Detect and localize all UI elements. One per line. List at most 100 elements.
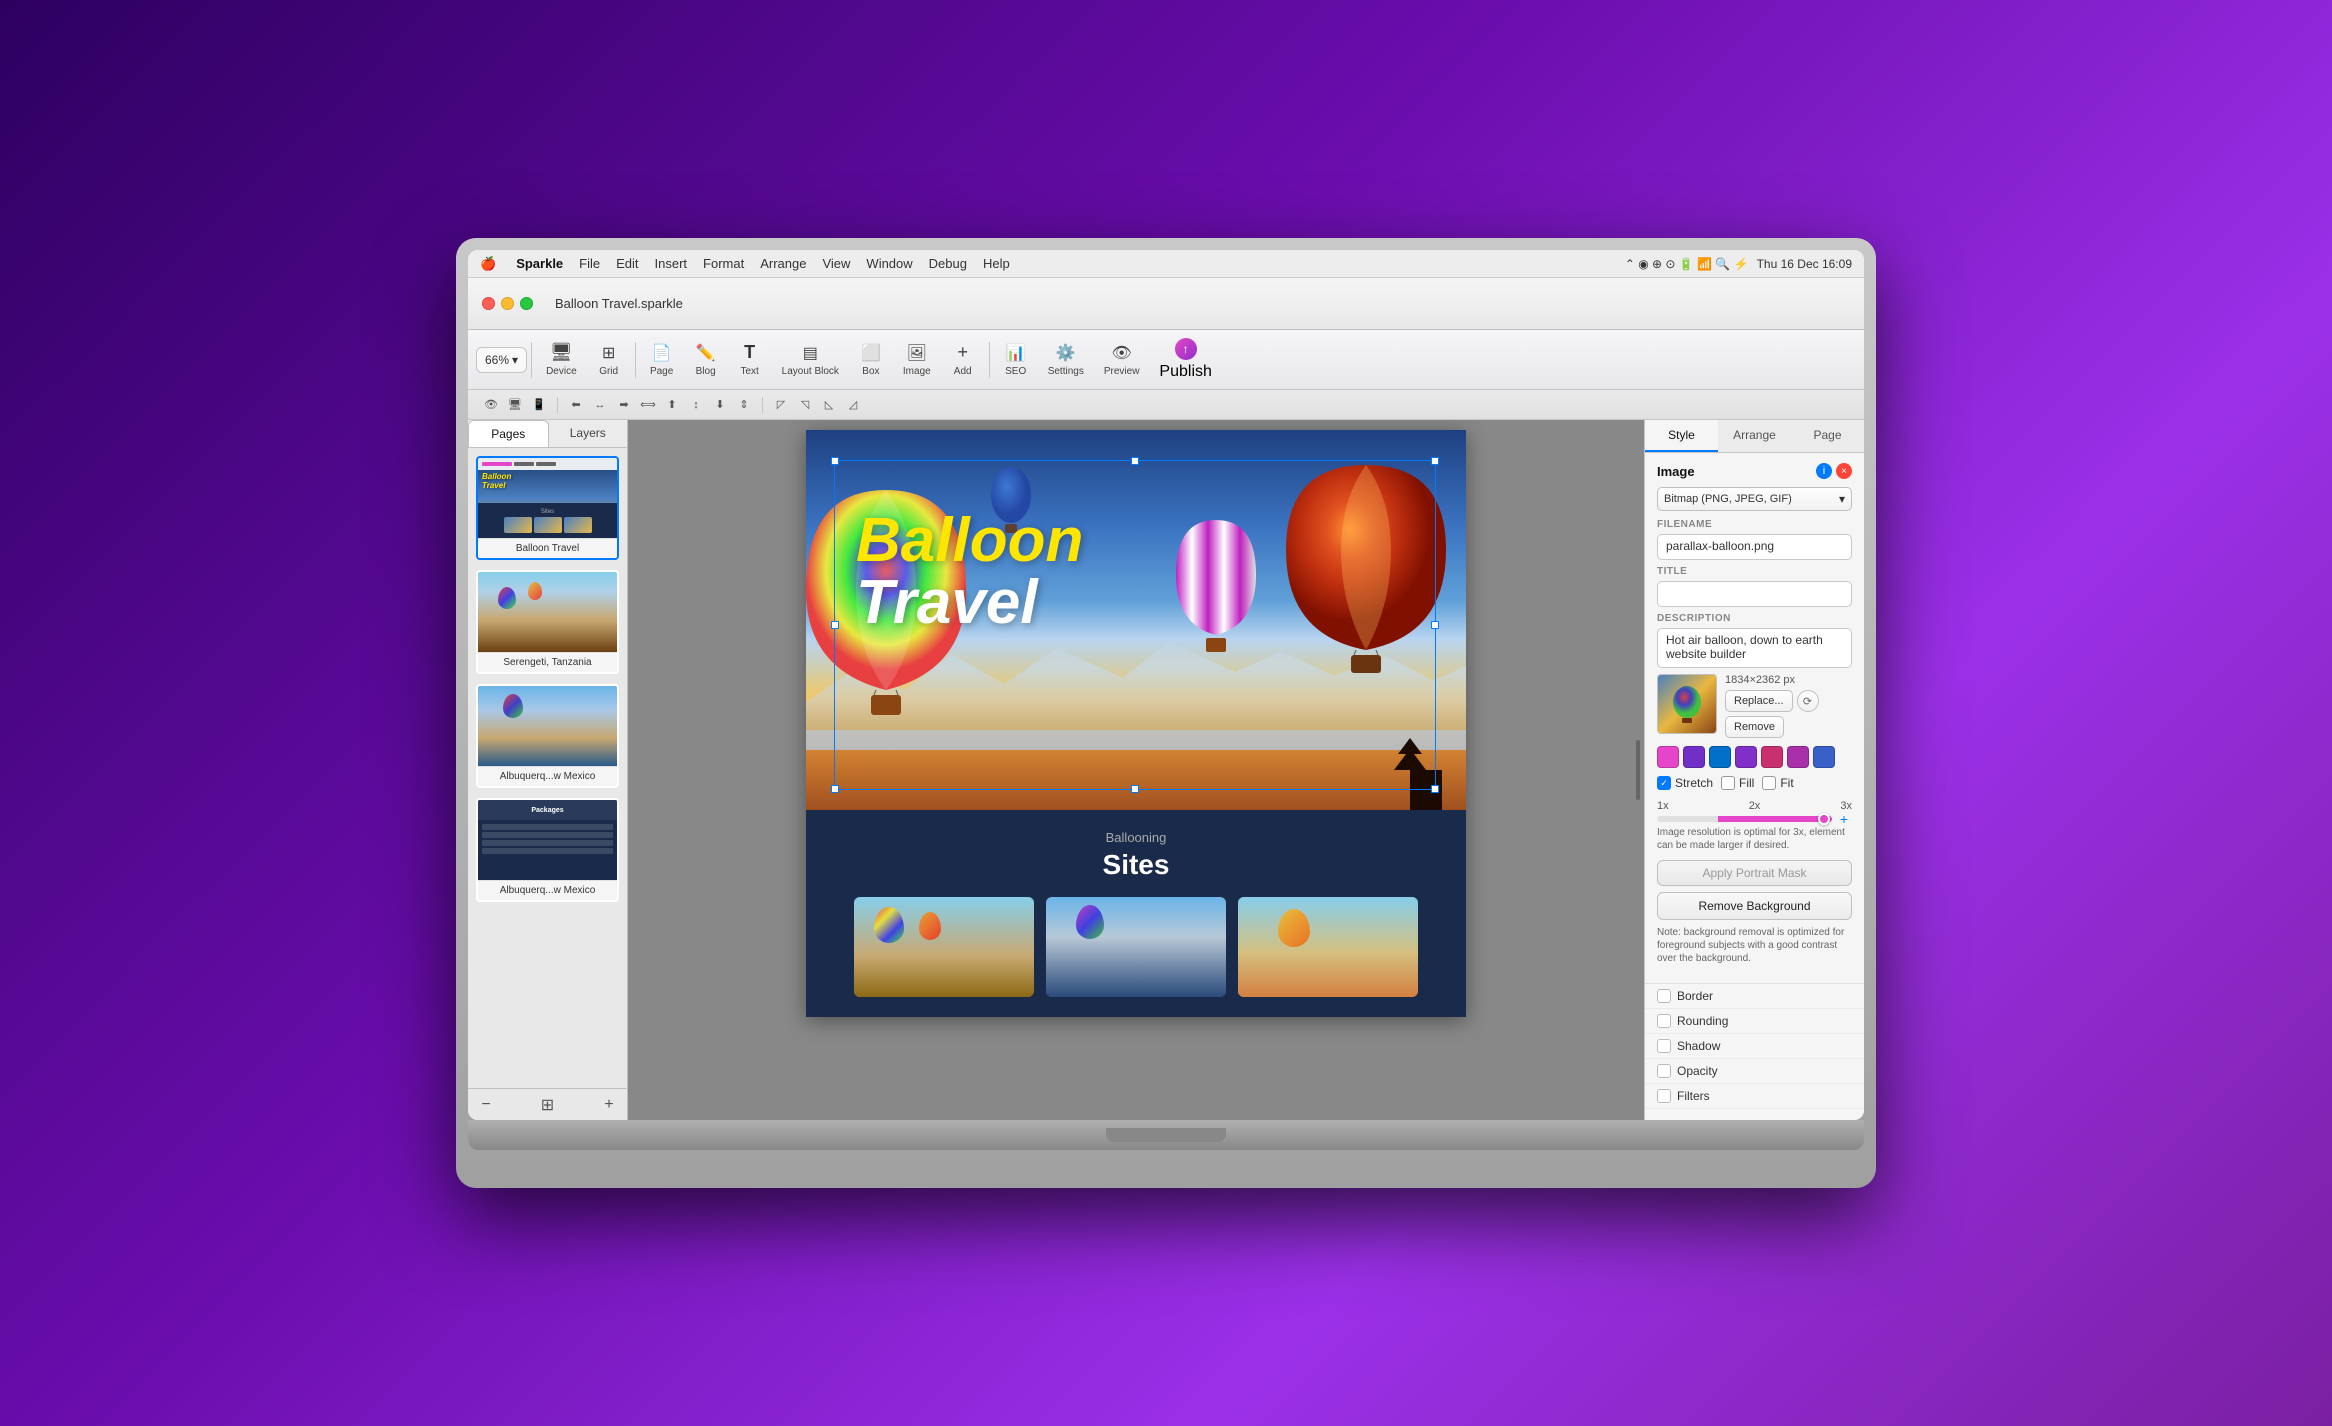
toolbar-settings-btn[interactable]: ⚙️ Settings (1038, 338, 1094, 382)
sidebar-page-serengeti[interactable]: Serengeti, Tanzania (476, 570, 619, 674)
fill-item: Fill (1721, 776, 1754, 790)
res-slider-thumb[interactable] (1818, 813, 1830, 825)
thumb-sites-grid (504, 517, 592, 533)
sidebar-tab-layers[interactable]: Layers (549, 420, 628, 447)
menu-insert[interactable]: Insert (655, 256, 688, 271)
zoom-control[interactable]: 66% ▾ (476, 347, 527, 373)
align-left-btn[interactable]: ⬅ (567, 396, 585, 414)
canvas-scroll[interactable] (1636, 740, 1640, 800)
text-icon: T (744, 342, 755, 363)
distribute-v-btn[interactable]: ⇕ (735, 396, 753, 414)
toolbar-layout-block-btn[interactable]: ▤ Layout Block (772, 338, 849, 382)
fit-checkbox[interactable] (1762, 776, 1776, 790)
main-area: Pages Layers (468, 420, 1864, 1120)
corner-tl-btn[interactable]: ◸ (772, 396, 790, 414)
eye-sub-btn[interactable]: 👁 (482, 396, 500, 414)
close-button[interactable] (482, 297, 495, 310)
remove-btn[interactable]: Remove (1725, 716, 1784, 738)
thumb-serengeti-bg (478, 572, 617, 652)
sidebar-remove-page-btn[interactable]: + (599, 1095, 619, 1115)
filters-row[interactable]: Filters (1645, 1084, 1864, 1109)
sidebar-page-albuq-2[interactable]: Packages (476, 798, 619, 902)
sidebar-page-view-btn[interactable]: ⊞ (538, 1095, 558, 1115)
replace-btn[interactable]: Replace... (1725, 690, 1793, 712)
toolbar-publish-btn[interactable]: ↑ Publish (1149, 333, 1221, 386)
rounding-row[interactable]: Rounding (1645, 1009, 1864, 1034)
sidebar-page-balloon-travel[interactable]: BalloonTravel Sites (476, 456, 619, 560)
menu-debug[interactable]: Debug (929, 256, 967, 271)
swatch-magenta[interactable] (1787, 746, 1809, 768)
menu-edit[interactable]: Edit (616, 256, 638, 271)
distribute-h-btn[interactable]: ⟺ (639, 396, 657, 414)
toolbar-box-btn[interactable]: ⬜ Box (849, 338, 893, 382)
sub-sep-2 (762, 397, 763, 413)
shadow-checkbox[interactable] (1657, 1039, 1671, 1053)
shadow-row[interactable]: Shadow (1645, 1034, 1864, 1059)
sidebar-tab-pages[interactable]: Pages (468, 420, 549, 447)
toolbar-preview-btn[interactable]: 👁 Preview (1094, 338, 1150, 382)
toolbar-page-btn[interactable]: 📄 Page (640, 338, 684, 382)
blog-icon: ✏️ (696, 343, 716, 363)
menu-format[interactable]: Format (703, 256, 744, 271)
toolbar-add-btn[interactable]: + Add (941, 337, 985, 382)
canvas-area[interactable]: Balloon Travel (628, 420, 1644, 1120)
res-slider[interactable] (1657, 816, 1832, 822)
menu-help[interactable]: Help (983, 256, 1010, 271)
align-center-v-btn[interactable]: ↔ (591, 396, 609, 414)
toolbar-device-btn[interactable]: 🖥 Device (536, 337, 587, 382)
filters-checkbox[interactable] (1657, 1089, 1671, 1103)
replace-circle-btn[interactable]: ⟳ (1797, 690, 1819, 712)
settings-icon: ⚙️ (1056, 343, 1076, 363)
panel-tab-arrange[interactable]: Arrange (1718, 420, 1791, 452)
res-1x: 1x (1657, 800, 1669, 812)
toolbar-text-btn[interactable]: T Text (728, 337, 772, 382)
align-top-btn[interactable]: ⬆ (663, 396, 681, 414)
swatch-violet[interactable] (1735, 746, 1757, 768)
menu-arrange[interactable]: Arrange (760, 256, 806, 271)
menu-file[interactable]: File (579, 256, 600, 271)
menu-window[interactable]: Window (866, 256, 912, 271)
sidebar-page-albuq-1[interactable]: Albuquerq...w Mexico (476, 684, 619, 788)
right-panel: Style Arrange Page (1644, 420, 1864, 1120)
image-info-btn[interactable]: i (1816, 463, 1832, 479)
align-right-btn[interactable]: ➡ (615, 396, 633, 414)
toolbar-grid-btn[interactable]: ⊞ Grid (587, 338, 631, 382)
opacity-checkbox[interactable] (1657, 1064, 1671, 1078)
apple-icon[interactable]: 🍎 (480, 256, 496, 272)
maximize-button[interactable] (520, 297, 533, 310)
fill-checkbox[interactable] (1721, 776, 1735, 790)
image-close-btn[interactable]: × (1836, 463, 1852, 479)
page-label-serengeti: Serengeti, Tanzania (478, 652, 617, 672)
swatch-pink[interactable] (1657, 746, 1679, 768)
toolbar-seo-btn[interactable]: 📊 SEO (994, 338, 1038, 382)
sidebar-add-page-btn[interactable]: − (476, 1095, 496, 1115)
phone-sub-btn[interactable]: 📱 (530, 396, 548, 414)
opacity-row[interactable]: Opacity (1645, 1059, 1864, 1084)
border-row[interactable]: Border (1645, 984, 1864, 1009)
rounding-checkbox[interactable] (1657, 1014, 1671, 1028)
menubar: 🍎 Sparkle File Edit Insert Format Arrang… (468, 250, 1864, 278)
swatch-dark-pink[interactable] (1761, 746, 1783, 768)
swatch-blue[interactable] (1709, 746, 1731, 768)
stretch-checkbox[interactable] (1657, 776, 1671, 790)
swatch-cobalt[interactable] (1813, 746, 1835, 768)
res-plus-btn[interactable]: + (1840, 811, 1848, 827)
align-bottom-btn[interactable]: ⬇ (711, 396, 729, 414)
panel-checkboxes: Border Rounding Shadow (1645, 984, 1864, 1109)
panel-tab-page[interactable]: Page (1791, 420, 1864, 452)
remove-background-btn[interactable]: Remove Background (1657, 892, 1852, 920)
align-center-h-btn[interactable]: ↕ (687, 396, 705, 414)
toolbar-blog-btn[interactable]: ✏️ Blog (684, 338, 728, 382)
border-checkbox[interactable] (1657, 989, 1671, 1003)
monitor-sub-btn[interactable]: 🖥 (506, 396, 524, 414)
corner-bl-btn[interactable]: ◺ (820, 396, 838, 414)
swatch-purple[interactable] (1683, 746, 1705, 768)
minimize-button[interactable] (501, 297, 514, 310)
corner-tr-btn[interactable]: ◹ (796, 396, 814, 414)
bitmap-type-select[interactable]: Bitmap (PNG, JPEG, GIF) ▾ (1657, 487, 1852, 511)
corner-br-btn[interactable]: ◿ (844, 396, 862, 414)
site1-balloon2 (919, 912, 941, 940)
panel-tab-style[interactable]: Style (1645, 420, 1718, 452)
toolbar-image-btn[interactable]: 🖼 Image (893, 338, 941, 382)
menu-view[interactable]: View (822, 256, 850, 271)
